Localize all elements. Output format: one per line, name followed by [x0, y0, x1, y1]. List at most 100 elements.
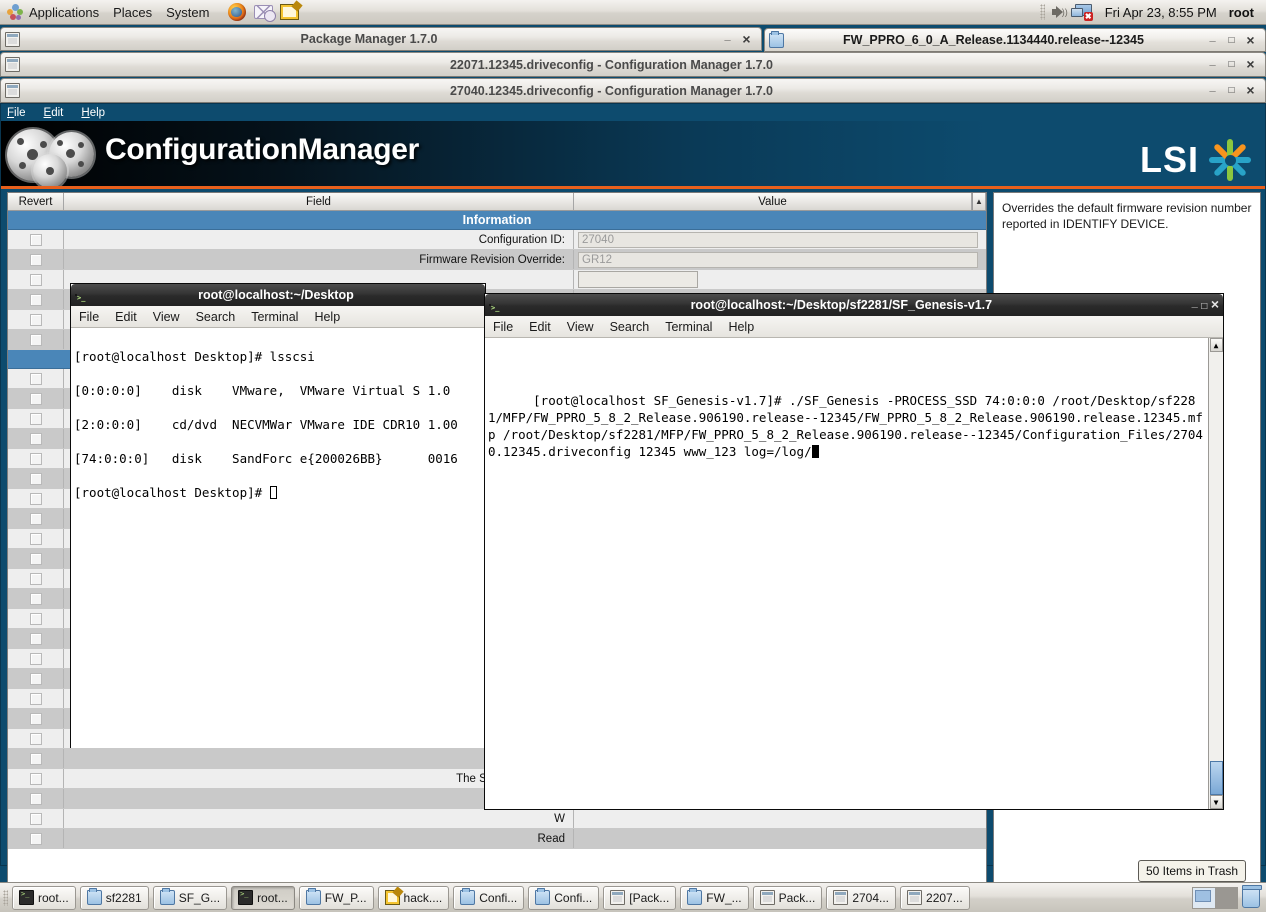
terminal-menu-view[interactable]: View — [567, 320, 594, 334]
revert-checkbox[interactable] — [29, 752, 42, 765]
close-button[interactable] — [740, 33, 753, 46]
taskbar-item-config-files-2[interactable]: Confi... — [528, 885, 600, 910]
trash-icon[interactable] — [1242, 884, 1262, 908]
close-button[interactable] — [1244, 84, 1257, 97]
value-dropdown[interactable] — [578, 271, 698, 288]
workspace-2[interactable] — [1215, 887, 1237, 908]
revert-cell[interactable] — [8, 769, 64, 788]
revert-cell[interactable] — [8, 549, 64, 568]
column-header-field[interactable]: Field — [64, 193, 574, 210]
minimize-button[interactable] — [1192, 297, 1198, 309]
taskbar-item-package-manager-bracket[interactable]: [Pack... — [603, 885, 677, 910]
system-menu[interactable]: System — [159, 2, 216, 23]
revert-cell[interactable] — [8, 749, 64, 768]
revert-checkbox[interactable] — [29, 612, 42, 625]
maximize-button[interactable] — [1225, 58, 1238, 71]
revert-cell[interactable] — [8, 709, 64, 728]
revert-checkbox[interactable] — [29, 253, 42, 266]
close-button[interactable] — [1211, 300, 1219, 312]
revert-checkbox[interactable] — [29, 792, 42, 805]
notes-launcher[interactable] — [276, 2, 302, 23]
revert-checkbox[interactable] — [29, 492, 42, 505]
revert-cell[interactable] — [8, 689, 64, 708]
revert-cell[interactable] — [8, 629, 64, 648]
taskbar-item-fw-folder[interactable]: FW_... — [680, 885, 749, 910]
revert-cell[interactable] — [8, 569, 64, 588]
revert-cell[interactable] — [8, 290, 64, 309]
firmware-revision-override-input[interactable]: GR12 — [578, 251, 978, 268]
revert-checkbox[interactable] — [29, 772, 42, 785]
revert-checkbox[interactable] — [29, 592, 42, 605]
terminal-menu-file[interactable]: File — [79, 310, 99, 324]
taskbar-item-root-desktop[interactable]: root... — [12, 885, 76, 910]
value-cell[interactable]: 27040 — [574, 230, 986, 249]
revert-checkbox[interactable] — [29, 672, 42, 685]
value-cell[interactable] — [574, 829, 986, 848]
volume-icon[interactable]: )) — [1051, 4, 1069, 20]
value-cell[interactable] — [574, 809, 986, 828]
taskbar-item-hack-notes[interactable]: hack.... — [377, 885, 450, 910]
revert-checkbox[interactable] — [29, 512, 42, 525]
window-titlebar-package-manager[interactable]: Package Manager 1.7.0 — [0, 27, 762, 51]
revert-checkbox[interactable] — [29, 812, 42, 825]
revert-cell[interactable] — [8, 369, 64, 388]
revert-checkbox[interactable] — [29, 552, 42, 565]
maximize-button[interactable] — [1201, 300, 1207, 312]
user-menu[interactable]: root — [1229, 5, 1258, 20]
revert-cell[interactable] — [8, 829, 64, 848]
terminal-titlebar-sf-genesis[interactable]: root@localhost:~/Desktop/sf2281/SF_Genes… — [485, 294, 1223, 316]
terminal-menu-file[interactable]: File — [493, 320, 513, 334]
revert-cell[interactable] — [8, 489, 64, 508]
terminal-menu-help[interactable]: Help — [728, 320, 754, 334]
revert-checkbox[interactable] — [29, 712, 42, 725]
taskbar-item-sf-genesis[interactable]: SF_G... — [152, 885, 228, 910]
applications-menu[interactable]: Applications — [0, 2, 106, 23]
value-cell[interactable]: GR12 — [574, 250, 986, 269]
terminal-scrollbar[interactable]: ▲ ▼ — [1208, 338, 1223, 809]
revert-cell[interactable] — [8, 509, 64, 528]
table-row[interactable]: Read — [8, 829, 986, 849]
revert-cell[interactable] — [8, 429, 64, 448]
taskbar-item-cfg-27040[interactable]: 2704... — [826, 885, 897, 910]
terminal-output-sf-genesis[interactable]: [root@localhost SF_Genesis-v1.7]# ./SF_G… — [485, 338, 1223, 809]
revert-checkbox[interactable] — [29, 532, 42, 545]
revert-cell[interactable] — [8, 529, 64, 548]
minimize-button[interactable] — [1206, 34, 1219, 47]
minimize-button[interactable] — [721, 33, 734, 46]
revert-cell[interactable] — [8, 649, 64, 668]
revert-cell[interactable] — [8, 250, 64, 269]
revert-checkbox[interactable] — [29, 392, 42, 405]
revert-checkbox[interactable] — [29, 732, 42, 745]
revert-cell[interactable] — [8, 609, 64, 628]
taskbar-item-package-manager[interactable]: Pack... — [752, 885, 823, 910]
scroll-up-button[interactable]: ▲ — [1209, 338, 1223, 352]
table-row[interactable]: Configuration ID: 27040 — [8, 230, 986, 250]
scrollbar-track[interactable] — [1210, 352, 1223, 761]
window-titlebar-fw-folder[interactable]: FW_PPRO_6_0_A_Release.1134440.release--1… — [764, 28, 1266, 52]
firefox-launcher[interactable] — [224, 2, 250, 23]
revert-cell[interactable] — [8, 469, 64, 488]
revert-checkbox[interactable] — [29, 412, 42, 425]
menu-file[interactable]: File — [7, 107, 26, 119]
revert-checkbox[interactable] — [29, 372, 42, 385]
terminal-menu-view[interactable]: View — [153, 310, 180, 324]
menu-edit[interactable]: Edit — [44, 107, 64, 119]
workspace-switcher[interactable] — [1192, 886, 1238, 909]
revert-checkbox[interactable] — [29, 313, 42, 326]
revert-cell[interactable] — [8, 270, 64, 289]
revert-cell[interactable] — [8, 729, 64, 748]
terminal-titlebar-desktop[interactable]: root@localhost:~/Desktop — [71, 284, 485, 306]
maximize-button[interactable] — [1225, 34, 1238, 47]
close-button[interactable] — [1244, 34, 1257, 47]
revert-cell[interactable] — [8, 310, 64, 329]
taskbar-item-fw-ppro[interactable]: FW_P... — [298, 885, 374, 910]
taskbar-item-config-files-1[interactable]: Confi... — [453, 885, 525, 910]
revert-checkbox[interactable] — [29, 293, 42, 306]
revert-checkbox[interactable] — [29, 472, 42, 485]
revert-cell[interactable] — [8, 389, 64, 408]
revert-cell[interactable] — [8, 669, 64, 688]
terminal-menu-help[interactable]: Help — [314, 310, 340, 324]
revert-cell[interactable] — [8, 589, 64, 608]
table-row[interactable]: W — [8, 809, 986, 829]
column-header-revert[interactable]: Revert — [8, 193, 64, 210]
